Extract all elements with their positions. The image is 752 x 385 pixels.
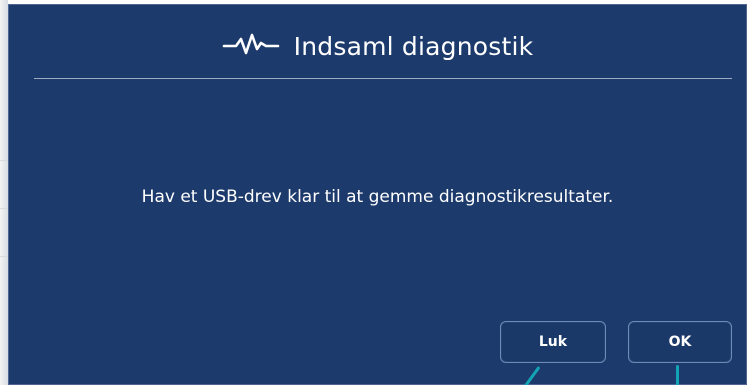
background-edge-marks — [0, 160, 8, 290]
ok-button[interactable]: OK — [628, 321, 732, 363]
dialog-message: Hav et USB-drev klar til at gemme diagno… — [141, 187, 614, 207]
dialog-header: Indsaml diagnostik — [9, 25, 746, 67]
screen: Indsaml diagnostik Hav et USB-drev klar … — [0, 0, 752, 385]
dialog-title: Indsaml diagnostik — [293, 31, 534, 61]
diagnostics-dialog: Indsaml diagnostik Hav et USB-drev klar … — [8, 4, 747, 385]
callout-line-ok — [676, 365, 679, 385]
title-divider — [34, 78, 732, 79]
close-button[interactable]: Luk — [500, 321, 606, 363]
pulse-icon — [222, 33, 280, 59]
